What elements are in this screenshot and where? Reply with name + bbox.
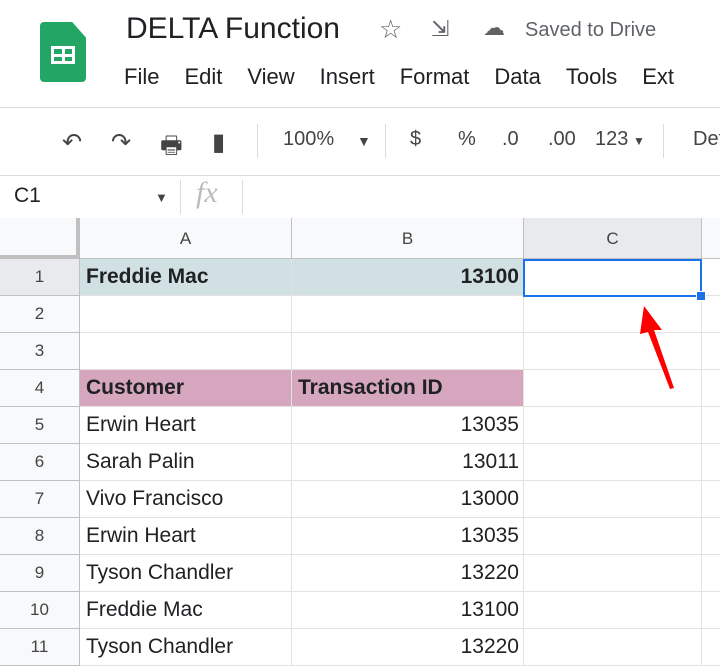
cell-a2[interactable] xyxy=(80,296,292,333)
document-title[interactable]: DELTA Function xyxy=(126,12,340,46)
cell-d7[interactable] xyxy=(702,481,720,518)
percent-button[interactable]: % xyxy=(458,128,476,151)
menu-insert[interactable]: Insert xyxy=(320,64,375,90)
cell-d2[interactable] xyxy=(702,296,720,333)
cell-c6[interactable] xyxy=(524,444,702,481)
row-header[interactable]: 8 xyxy=(0,518,80,555)
row-header[interactable]: 10 xyxy=(0,592,80,629)
cell-a7[interactable]: Vivo Francisco xyxy=(80,481,292,518)
cell-d10[interactable] xyxy=(702,592,720,629)
row-header[interactable]: 6 xyxy=(0,444,80,481)
row-header[interactable]: 5 xyxy=(0,407,80,444)
redo-icon[interactable]: ↷ xyxy=(111,128,131,157)
cell-b7[interactable]: 13000 xyxy=(292,481,524,518)
menu-bar: File Edit View Insert Format Data Tools Ext xyxy=(124,64,674,90)
row-header[interactable]: 4 xyxy=(0,370,80,407)
currency-button[interactable]: $ xyxy=(410,128,421,151)
cell-d3[interactable] xyxy=(702,333,720,370)
increase-decimal-button[interactable]: .00 xyxy=(548,128,576,151)
undo-icon[interactable]: ↶ xyxy=(62,128,82,157)
row-header[interactable]: 1 xyxy=(0,259,80,296)
red-arrow-annotation xyxy=(640,306,674,389)
cell-b6[interactable]: 13011 xyxy=(292,444,524,481)
cell-c8[interactable] xyxy=(524,518,702,555)
spreadsheet-grid: A B C 1 Freddie Mac 13100 2 3 4 Customer Transacti… xyxy=(0,218,720,671)
cell-d5[interactable] xyxy=(702,407,720,444)
column-header-b[interactable]: B xyxy=(292,218,524,259)
menu-edit[interactable]: Edit xyxy=(184,64,222,90)
chevron-down-icon[interactable]: ▼ xyxy=(155,190,168,205)
menu-ext[interactable]: Ext xyxy=(642,64,674,90)
cell-d6[interactable] xyxy=(702,444,720,481)
cell-b2[interactable] xyxy=(292,296,524,333)
cell-a6[interactable]: Sarah Palin xyxy=(80,444,292,481)
cell-c11[interactable] xyxy=(524,629,702,666)
cell-d8[interactable] xyxy=(702,518,720,555)
cell-b11[interactable]: 13220 xyxy=(292,629,524,666)
cell-a4[interactable]: Customer xyxy=(80,370,292,407)
fill-handle[interactable] xyxy=(696,291,706,301)
column-header-c[interactable]: C xyxy=(524,218,702,259)
row-header[interactable]: 7 xyxy=(0,481,80,518)
cell-a8[interactable]: Erwin Heart xyxy=(80,518,292,555)
row-header[interactable]: 9 xyxy=(0,555,80,592)
cell-d11[interactable] xyxy=(702,629,720,666)
move-folder-icon[interactable]: ⇲ xyxy=(431,16,449,42)
menu-format[interactable]: Format xyxy=(400,64,470,90)
select-all-corner[interactable] xyxy=(0,218,80,259)
cell-b9[interactable]: 13220 xyxy=(292,555,524,592)
more-formats-button[interactable]: 123 xyxy=(595,128,628,151)
cell-c5[interactable] xyxy=(524,407,702,444)
row-header[interactable]: 3 xyxy=(0,333,80,370)
cloud-check-icon: ☁ xyxy=(483,15,505,40)
sheets-logo[interactable] xyxy=(40,22,86,82)
column-header-d[interactable] xyxy=(702,218,720,259)
toolbar: ↶ ↷ 🖶 ▮ 100% ▼ $ % .0 .00 123 ▼ Def xyxy=(0,108,720,175)
menu-file[interactable]: File xyxy=(124,64,159,90)
cell-b5[interactable]: 13035 xyxy=(292,407,524,444)
menu-tools[interactable]: Tools xyxy=(566,64,617,90)
cell-b1[interactable]: 13100 xyxy=(292,259,524,296)
chevron-down-icon[interactable]: ▼ xyxy=(357,133,371,149)
menu-view[interactable]: View xyxy=(247,64,294,90)
fx-icon: fx xyxy=(196,176,218,209)
save-status: Saved to Drive xyxy=(525,19,657,41)
chevron-down-icon[interactable]: ▼ xyxy=(633,134,645,148)
selected-cell-c1[interactable] xyxy=(523,259,702,297)
cell-c9[interactable] xyxy=(524,555,702,592)
cell-c7[interactable] xyxy=(524,481,702,518)
cell-d9[interactable] xyxy=(702,555,720,592)
name-box[interactable]: C1 xyxy=(14,184,41,208)
cell-a5[interactable]: Erwin Heart xyxy=(80,407,292,444)
cell-d4[interactable] xyxy=(702,370,720,407)
cell-a10[interactable]: Freddie Mac xyxy=(80,592,292,629)
cell-b8[interactable]: 13035 xyxy=(292,518,524,555)
print-icon[interactable]: 🖶 xyxy=(160,128,183,169)
cell-a11[interactable]: Tyson Chandler xyxy=(80,629,292,666)
cell-b4[interactable]: Transaction ID xyxy=(292,370,524,407)
menu-data[interactable]: Data xyxy=(494,64,540,90)
cell-c10[interactable] xyxy=(524,592,702,629)
font-select[interactable]: Def xyxy=(693,128,720,151)
paint-format-icon[interactable]: ▮ xyxy=(212,128,225,157)
cell-a1[interactable]: Freddie Mac xyxy=(80,259,292,296)
cell-a9[interactable]: Tyson Chandler xyxy=(80,555,292,592)
decrease-decimal-button[interactable]: .0 xyxy=(502,128,519,151)
cell-a3[interactable] xyxy=(80,333,292,370)
cell-b10[interactable]: 13100 xyxy=(292,592,524,629)
formula-input[interactable] xyxy=(250,176,720,217)
cell-b3[interactable] xyxy=(292,333,524,370)
star-icon[interactable]: ☆ xyxy=(379,14,402,45)
row-header[interactable]: 2 xyxy=(0,296,80,333)
row-header[interactable]: 11 xyxy=(0,629,80,666)
column-header-a[interactable]: A xyxy=(80,218,292,259)
zoom-select[interactable]: 100% xyxy=(283,128,334,151)
